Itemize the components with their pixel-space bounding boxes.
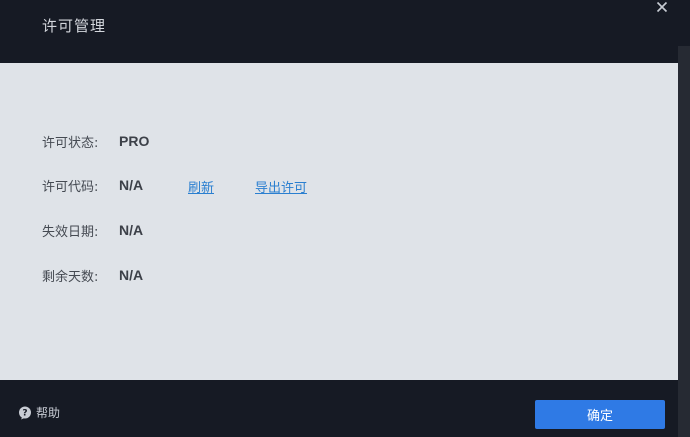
help-icon: ? bbox=[18, 406, 32, 420]
expiry-date-row: 失效日期: N/A bbox=[42, 220, 143, 240]
help-label: 帮助 bbox=[36, 406, 61, 420]
dialog-right-edge bbox=[678, 46, 690, 437]
dialog-titlebar: 许可管理 bbox=[0, 0, 678, 63]
svg-text:?: ? bbox=[22, 408, 27, 418]
refresh-link[interactable]: 刷新 bbox=[188, 177, 214, 196]
expiry-date-value: N/A bbox=[119, 222, 144, 238]
help-link[interactable]: ? 帮助 bbox=[18, 404, 60, 421]
close-icon[interactable] bbox=[654, 0, 670, 15]
expiry-date-label: 失效日期: bbox=[42, 224, 99, 240]
license-status-value: PRO bbox=[119, 133, 150, 149]
license-status-label: 许可状态: bbox=[42, 135, 99, 151]
license-code-row: 许可代码: N/A bbox=[42, 175, 143, 195]
license-status-row: 许可状态: PRO bbox=[42, 131, 149, 151]
remaining-days-row: 剩余天数: N/A bbox=[42, 265, 143, 285]
license-code-value: N/A bbox=[119, 177, 144, 193]
remaining-days-value: N/A bbox=[119, 267, 144, 283]
remaining-days-label: 剩余天数: bbox=[42, 269, 99, 285]
license-dialog: 许可管理 许可状态: PRO 许可代码: N/A 刷新 导出许可 失效日期: N… bbox=[0, 0, 690, 437]
license-info-panel: 许可状态: PRO 许可代码: N/A 刷新 导出许可 失效日期: N/A 剩余… bbox=[0, 63, 678, 380]
license-code-label: 许可代码: bbox=[42, 179, 99, 195]
ok-button[interactable]: 确定 bbox=[535, 400, 665, 429]
dialog-footer: ? 帮助 确定 bbox=[0, 380, 678, 437]
dialog-title: 许可管理 bbox=[42, 17, 107, 35]
export-license-link[interactable]: 导出许可 bbox=[255, 177, 307, 196]
